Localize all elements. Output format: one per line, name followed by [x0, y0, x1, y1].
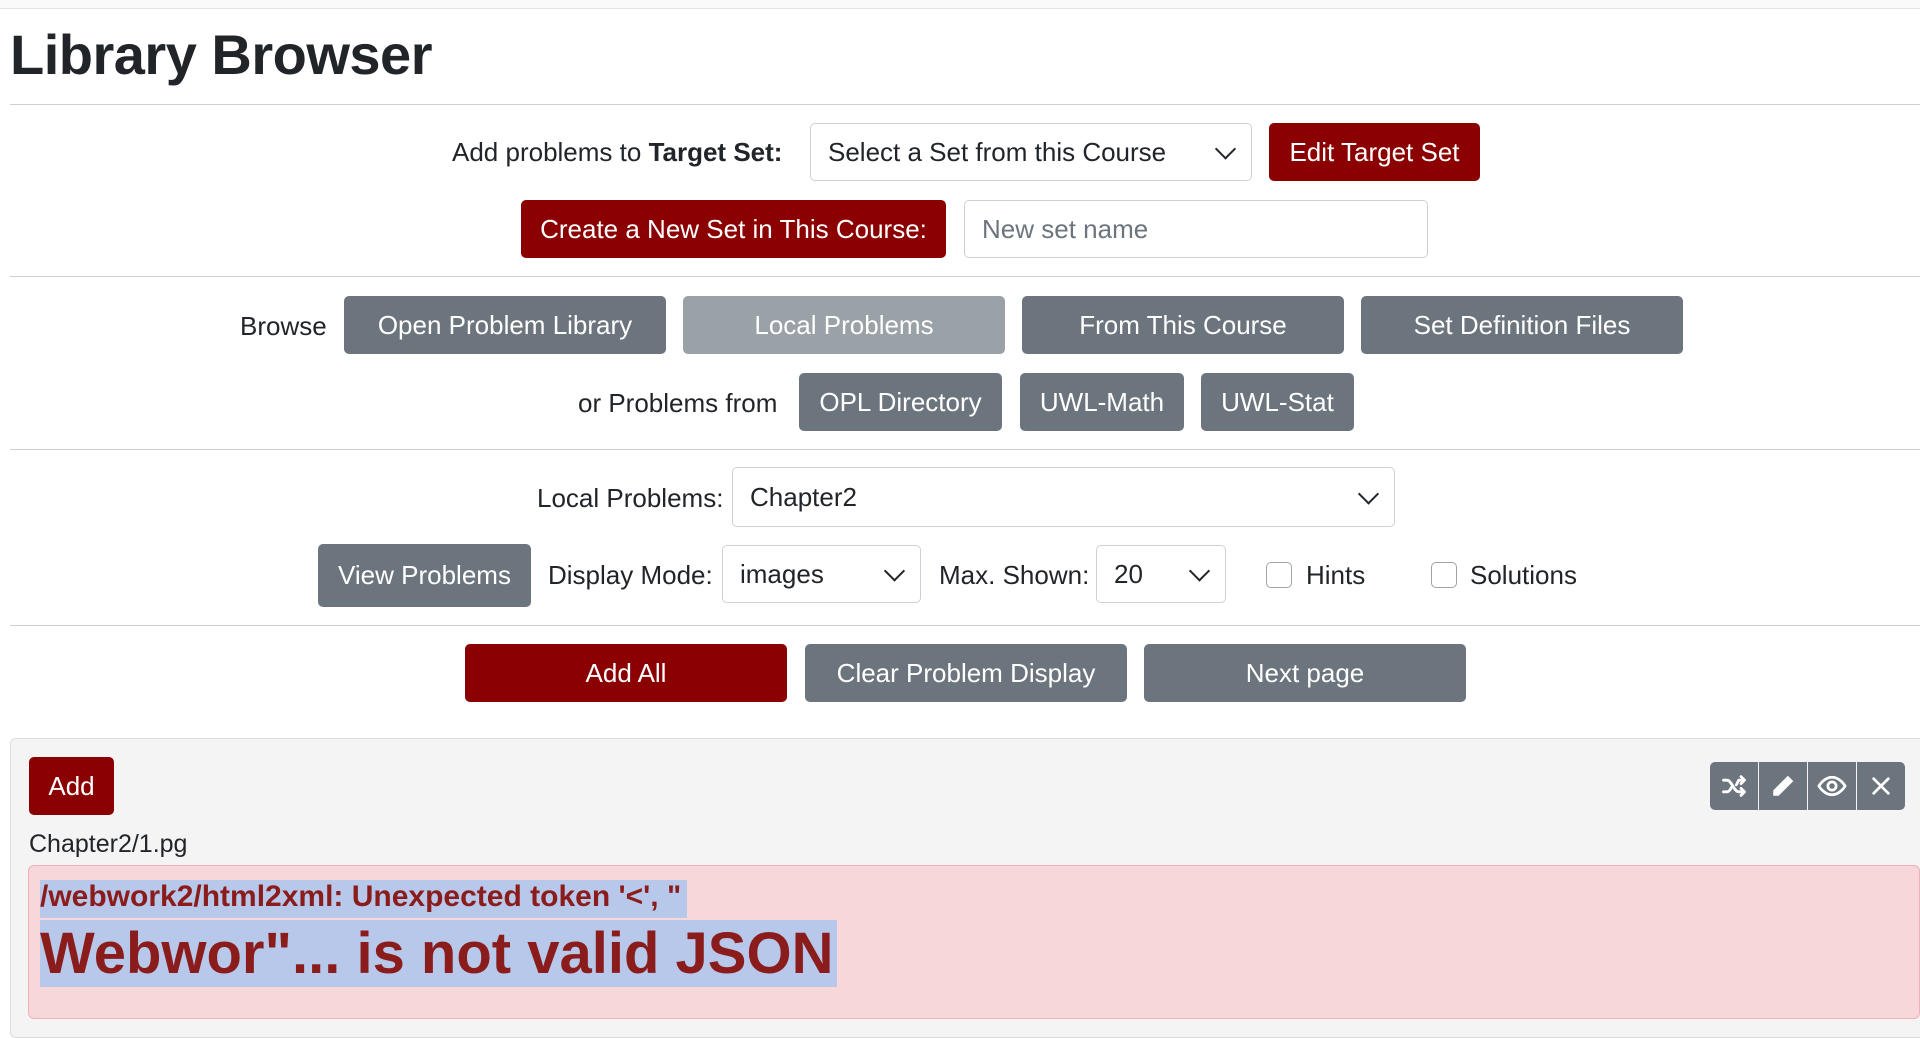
- solutions-label: Solutions: [1470, 560, 1577, 590]
- view-problems-button[interactable]: View Problems: [318, 544, 531, 607]
- browse-label: Browse: [240, 311, 327, 341]
- error-message-line1: /webwork2/html2xml: Unexpected token '<'…: [40, 880, 688, 918]
- close-icon[interactable]: [1857, 762, 1905, 810]
- error-message-line2: Webwor"... is not valid JSON: [40, 920, 838, 987]
- chevron-down-icon: [1188, 560, 1211, 582]
- add-problem-button[interactable]: Add: [29, 757, 114, 815]
- display-mode-value: images: [740, 558, 824, 589]
- or-problems-from-label: or Problems from: [578, 388, 778, 418]
- local-problems-select-value: Chapter2: [750, 481, 857, 512]
- eye-icon[interactable]: [1808, 762, 1856, 810]
- divider: [10, 625, 1920, 626]
- add-all-button[interactable]: Add All: [465, 644, 787, 702]
- page-title: Library Browser: [10, 23, 433, 86]
- display-mode-label: Display Mode:: [548, 560, 713, 590]
- target-label-prefix: Add problems to: [452, 137, 642, 167]
- opl-directory-button[interactable]: OPL Directory: [799, 373, 1002, 431]
- display-mode-select[interactable]: images: [722, 545, 921, 603]
- top-border: [0, 0, 1920, 9]
- next-page-button[interactable]: Next page: [1144, 644, 1466, 702]
- local-problems-label: Local Problems:: [537, 483, 724, 513]
- solutions-checkbox[interactable]: [1431, 562, 1457, 588]
- target-label-bold: Target Set:: [648, 137, 783, 167]
- divider: [10, 104, 1920, 105]
- chevron-down-icon: [1357, 483, 1380, 505]
- max-shown-label: Max. Shown:: [939, 560, 1090, 590]
- target-set-select[interactable]: Select a Set from this Course: [810, 123, 1252, 181]
- uwl-math-button[interactable]: UWL-Math: [1020, 373, 1184, 431]
- problem-path: Chapter2/1.pg: [29, 830, 188, 858]
- set-definition-files-button[interactable]: Set Definition Files: [1361, 296, 1683, 354]
- open-problem-library-button[interactable]: Open Problem Library: [344, 296, 666, 354]
- clear-problem-display-button[interactable]: Clear Problem Display: [805, 644, 1127, 702]
- create-new-set-button[interactable]: Create a New Set in This Course:: [521, 200, 946, 258]
- edit-target-set-button[interactable]: Edit Target Set: [1269, 123, 1480, 181]
- chevron-down-icon: [883, 560, 906, 582]
- chevron-down-icon: [1214, 138, 1237, 160]
- hints-checkbox[interactable]: [1266, 562, 1292, 588]
- target-set-label: Add problems to Target Set:: [452, 137, 782, 168]
- problem-toolbar: [1710, 762, 1905, 812]
- local-problems-select[interactable]: Chapter2: [732, 467, 1395, 527]
- max-shown-select[interactable]: 20: [1096, 545, 1226, 603]
- uwl-stat-button[interactable]: UWL-Stat: [1201, 373, 1354, 431]
- from-this-course-button[interactable]: From This Course: [1022, 296, 1344, 354]
- shuffle-icon[interactable]: [1710, 762, 1758, 810]
- pencil-icon[interactable]: [1759, 762, 1807, 810]
- local-problems-button[interactable]: Local Problems: [683, 296, 1005, 354]
- new-set-name-input[interactable]: [964, 200, 1428, 258]
- divider: [10, 276, 1920, 277]
- divider: [10, 449, 1920, 450]
- max-shown-value: 20: [1114, 558, 1143, 589]
- hints-label: Hints: [1306, 560, 1366, 590]
- target-set-select-value: Select a Set from this Course: [828, 136, 1167, 167]
